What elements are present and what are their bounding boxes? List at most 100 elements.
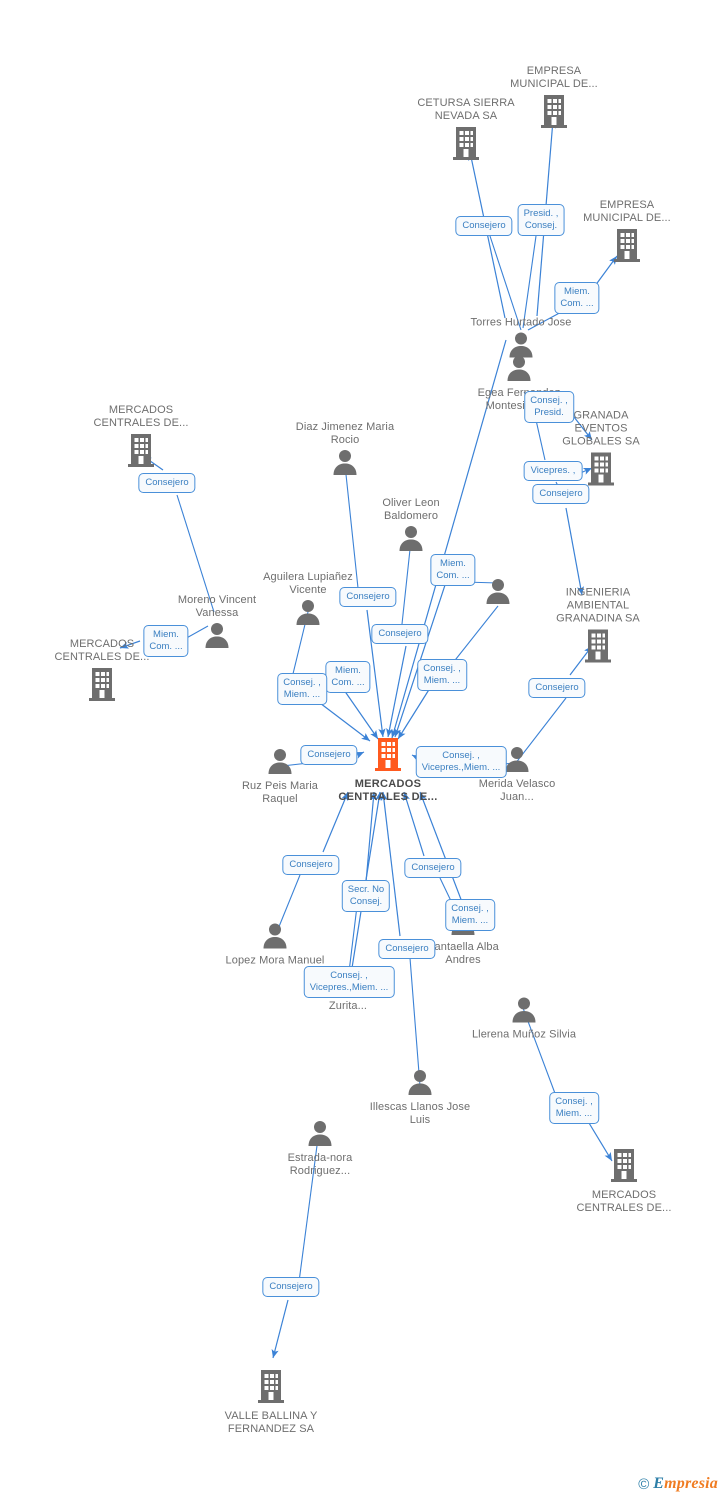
person-label: Moreno Vincent Vanessa	[177, 594, 257, 619]
brand-logo: Empresia	[653, 1476, 718, 1492]
company-node-mercados-right[interactable]: MERCADOS CENTRALES DE...	[570, 1147, 678, 1215]
rel-line: Com. ...	[560, 298, 594, 309]
rel-line: Consej.	[349, 896, 383, 907]
company-label: INGENIERIA AMBIENTAL GRANADINA SA	[556, 586, 640, 625]
company-node-mercados-left-1[interactable]: MERCADOS CENTRALES DE...	[87, 404, 195, 472]
building-icon	[256, 1368, 286, 1408]
building-icon	[583, 628, 613, 668]
rel-line: Consejero	[535, 682, 579, 693]
relationship-label-secr-no-consej[interactable]: Secr. No Consej.	[341, 880, 391, 912]
person-label: Torres Hurtado Jose	[470, 316, 572, 329]
company-label: EMPRESA MUNICIPAL DE...	[510, 65, 598, 90]
rel-line: Consej. ,	[451, 903, 489, 914]
person-label: Estrada-nora Rodriguez...	[287, 1152, 353, 1177]
brand-initial: E	[653, 1475, 665, 1492]
relationship-label-consej-presid[interactable]: Consej. , Presid.	[524, 391, 574, 423]
relationship-label-consejero[interactable]: Consejero	[455, 216, 513, 236]
building-icon	[451, 125, 481, 165]
relationship-label-consej-vicepres-miem-garcia[interactable]: Consej. , Vicepres.,Miem. ...	[303, 966, 395, 998]
person-icon	[204, 622, 230, 652]
building-icon	[87, 666, 117, 706]
company-label: MERCADOS CENTRALES DE...	[54, 638, 150, 663]
relationship-label-consejero-santaella[interactable]: Consejero	[404, 858, 462, 878]
company-node-ingenieria-ambiental[interactable]: INGENIERIA AMBIENTAL GRANADINA SA	[544, 587, 652, 668]
rel-line: Consej. ,	[442, 750, 480, 761]
rel-line: Presid. ,	[523, 208, 559, 219]
person-icon	[262, 923, 288, 953]
watermark: © Empresia	[638, 1476, 718, 1492]
relationship-label-consej-miem-moreno[interactable]: Consej. , Miem. ...	[277, 673, 327, 705]
rel-line: Consejero	[462, 220, 506, 231]
rel-line: Consejero	[145, 477, 189, 488]
company-node-valle-ballina[interactable]: VALLE BALLINA Y FERNANDEZ SA	[217, 1368, 325, 1436]
rel-line: Presid.	[534, 407, 564, 418]
building-icon	[586, 451, 616, 491]
relationship-label-consej-miem-mercados-right[interactable]: Consej. , Miem. ...	[549, 1092, 599, 1124]
relationship-label-consejero-lopez[interactable]: Consejero	[282, 855, 340, 875]
rel-line: Miem. ...	[555, 1108, 593, 1119]
rel-line: Consejero	[385, 943, 429, 954]
relationship-label-consejero-mercados-left[interactable]: Consejero	[138, 473, 196, 493]
person-icon	[504, 746, 530, 776]
company-node-empresa-municipal-2[interactable]: EMPRESA MUNICIPAL DE...	[573, 199, 681, 267]
rel-line: Miem.	[440, 558, 466, 569]
person-node-illescas-llanos-jose-luis[interactable]: Illescas Llanos Jose Luis	[366, 1069, 474, 1127]
relationship-label-miem-com-aguilera[interactable]: Miem. Com. ...	[325, 661, 371, 693]
person-node-llerena-munoz-silvia[interactable]: Llerena Muñoz Silvia	[470, 997, 578, 1042]
person-label: Llerena Muñoz Silvia	[471, 1028, 577, 1041]
relationship-label-presid-consej[interactable]: Presid. , Consej.	[517, 204, 565, 236]
person-icon	[511, 997, 537, 1027]
building-icon-highlighted	[373, 736, 403, 776]
network-diagram-canvas: CETURSA SIERRA NEVADA SA EMPRESA MUNICIP…	[0, 0, 728, 1500]
relationship-label-consejero-valle[interactable]: Consejero	[262, 1277, 320, 1297]
person-label: Illescas Llanos Jose Luis	[369, 1101, 471, 1126]
person-icon	[506, 355, 532, 385]
relationship-label-consejero-granada[interactable]: Consejero	[532, 484, 590, 504]
relationship-label-consej-miem-llerena[interactable]: Consej. , Miem. ...	[445, 899, 495, 931]
person-icon	[485, 578, 511, 608]
person-icon	[307, 1120, 333, 1150]
relationship-label-consejero-merida-ingenieria[interactable]: Consejero	[528, 678, 586, 698]
relationship-label-consejero-illescas[interactable]: Consejero	[378, 939, 436, 959]
person-label: Merida Velasco Juan...	[478, 778, 556, 803]
rel-line: Miem. ...	[423, 675, 461, 686]
person-icon	[295, 599, 321, 629]
building-icon	[609, 1147, 639, 1187]
person-icon	[332, 449, 358, 479]
company-node-empresa-municipal-1[interactable]: EMPRESA MUNICIPAL DE...	[500, 65, 608, 133]
rel-line: Consejero	[289, 859, 333, 870]
rel-line: Consej. ,	[283, 677, 321, 688]
person-label: Diaz Jimenez Maria Rocio	[295, 421, 395, 446]
rel-line: Com. ...	[331, 677, 365, 688]
rel-line: Com. ...	[436, 570, 470, 581]
building-icon	[539, 93, 569, 133]
copyright-icon: ©	[638, 1475, 650, 1493]
company-label: MERCADOS CENTRALES DE...	[93, 404, 189, 429]
rel-line: Consejero	[346, 591, 390, 602]
company-label: MERCADOS CENTRALES DE...	[576, 1189, 672, 1214]
relationship-label-consejero-diaz[interactable]: Consejero	[339, 587, 397, 607]
relationship-label-vicepres[interactable]: Vicepres. ,	[523, 461, 583, 481]
relationship-label-consej-miem-egea[interactable]: Consej. , Miem. ...	[417, 659, 467, 691]
relationship-label-consejero-ruz[interactable]: Consejero	[300, 745, 358, 765]
rel-line: Consejero	[269, 1281, 313, 1292]
person-node-estrada-nora-rodriguez[interactable]: Estrada-nora Rodriguez...	[266, 1120, 374, 1178]
company-node-mercados-left-2[interactable]: MERCADOS CENTRALES DE...	[48, 638, 156, 706]
rel-line: Miem. ...	[283, 689, 321, 700]
rel-line: Com. ...	[149, 641, 183, 652]
person-node-oliver-leon-baldomero[interactable]: Oliver Leon Baldomero	[357, 497, 465, 555]
relationship-label-miem-com-egea[interactable]: Miem. Com. ...	[430, 554, 476, 586]
rel-line: Consejero	[307, 749, 351, 760]
building-icon	[612, 227, 642, 267]
relationship-label-consej-vicepres-miem-merida[interactable]: Consej. , Vicepres.,Miem. ...	[415, 746, 507, 778]
relationship-label-miem-com-left[interactable]: Miem. Com. ...	[143, 625, 189, 657]
relationship-label-consejero-oliver[interactable]: Consejero	[371, 624, 429, 644]
rel-line: Consej. ,	[423, 663, 461, 674]
brand-name: mpresia	[664, 1475, 718, 1492]
relationship-label-miem-com[interactable]: Miem. Com. ...	[554, 282, 600, 314]
rel-line: Vicepres. ,	[530, 465, 576, 476]
rel-line: Consej. ,	[330, 970, 368, 981]
person-label: Oliver Leon Baldomero	[382, 497, 440, 522]
company-label: MERCADOS CENTRALES DE...	[338, 778, 438, 803]
person-node-diaz-jimenez-maria-rocio[interactable]: Diaz Jimenez Maria Rocio	[291, 421, 399, 479]
